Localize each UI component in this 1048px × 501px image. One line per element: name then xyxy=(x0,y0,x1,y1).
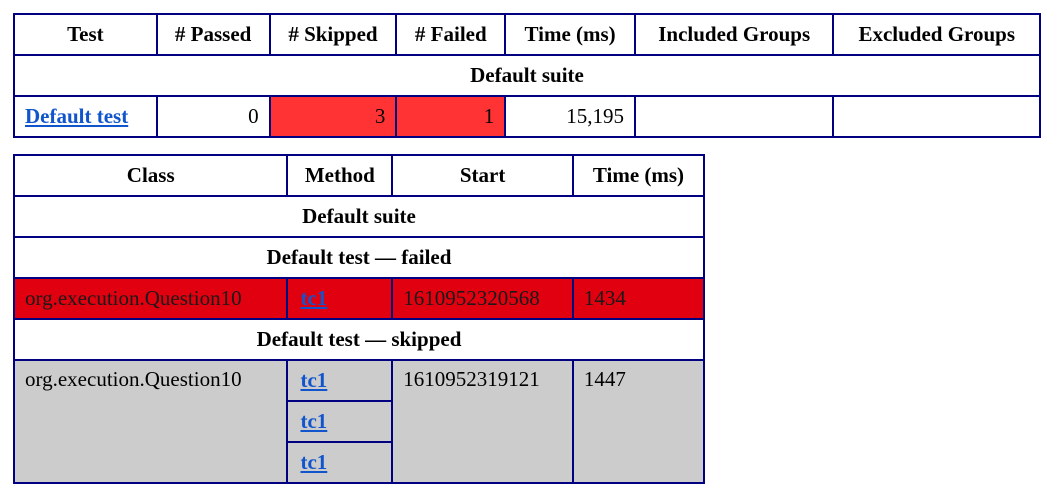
skipped-method-cell: tc1 xyxy=(286,400,394,443)
test-name-cell: Default test xyxy=(13,95,158,138)
skipped-section-title: Default test — skipped xyxy=(13,318,705,361)
failed-time: 1434 xyxy=(571,277,706,320)
failed-method-cell: tc1 xyxy=(286,277,394,320)
passed-count: 0 xyxy=(155,95,271,138)
col-included-groups: Included Groups xyxy=(633,13,835,56)
col-time: Time (ms) xyxy=(504,13,636,56)
failed-class: org.execution.Question10 xyxy=(12,277,289,320)
overview-header-row: Test # Passed # Skipped # Failed Time (m… xyxy=(13,13,1041,56)
methods-suite-title: Default suite xyxy=(13,195,705,238)
col-failed: # Failed xyxy=(395,13,507,56)
col-start: Start xyxy=(391,154,574,197)
skipped-method-link[interactable]: tc1 xyxy=(300,409,327,433)
skipped-count: 3 xyxy=(268,95,398,138)
suite-overview-table: Test # Passed # Skipped # Failed Time (m… xyxy=(13,13,1041,138)
col-test: Test xyxy=(13,13,158,56)
skipped-section-row: Default test — skipped xyxy=(13,318,705,361)
methods-suite-row: Default suite xyxy=(13,195,705,238)
col-passed: # Passed xyxy=(155,13,271,56)
test-row: Default test 0 3 1 15,195 xyxy=(13,95,1041,138)
included-groups-value xyxy=(633,95,835,138)
method-detail-table: Class Method Start Time (ms) Default sui… xyxy=(12,154,706,484)
failed-count: 1 xyxy=(395,95,507,138)
suite-row: Default suite xyxy=(13,54,1041,97)
skipped-method-cell: tc1 xyxy=(286,441,394,484)
failed-section-title: Default test — failed xyxy=(13,236,705,279)
col-excluded-groups: Excluded Groups xyxy=(832,13,1041,56)
failed-section-row: Default test — failed xyxy=(13,236,705,279)
excluded-groups-value xyxy=(832,95,1041,138)
methods-header-row: Class Method Start Time (ms) xyxy=(12,154,706,197)
failed-method-link[interactable]: tc1 xyxy=(300,286,327,310)
col-skipped: # Skipped xyxy=(268,13,398,56)
time-value: 15,195 xyxy=(504,95,636,138)
skipped-method-cell: tc1 xyxy=(286,359,394,402)
skipped-method-link[interactable]: tc1 xyxy=(300,368,327,392)
skipped-time: 1447 xyxy=(571,359,706,484)
suite-title: Default suite xyxy=(13,54,1041,97)
failed-method-row: org.execution.Question10 tc1 16109523205… xyxy=(12,277,706,320)
skipped-method-link[interactable]: tc1 xyxy=(300,450,327,474)
skipped-method-row: org.execution.Question10 tc1 16109523191… xyxy=(12,359,706,484)
skipped-start: 1610952319121 xyxy=(391,359,574,484)
skipped-class: org.execution.Question10 xyxy=(12,359,289,484)
col-time-ms: Time (ms) xyxy=(571,154,706,197)
col-method: Method xyxy=(286,154,394,197)
failed-start: 1610952320568 xyxy=(391,277,574,320)
default-test-link[interactable]: Default test xyxy=(25,104,128,128)
col-class: Class xyxy=(12,154,289,197)
